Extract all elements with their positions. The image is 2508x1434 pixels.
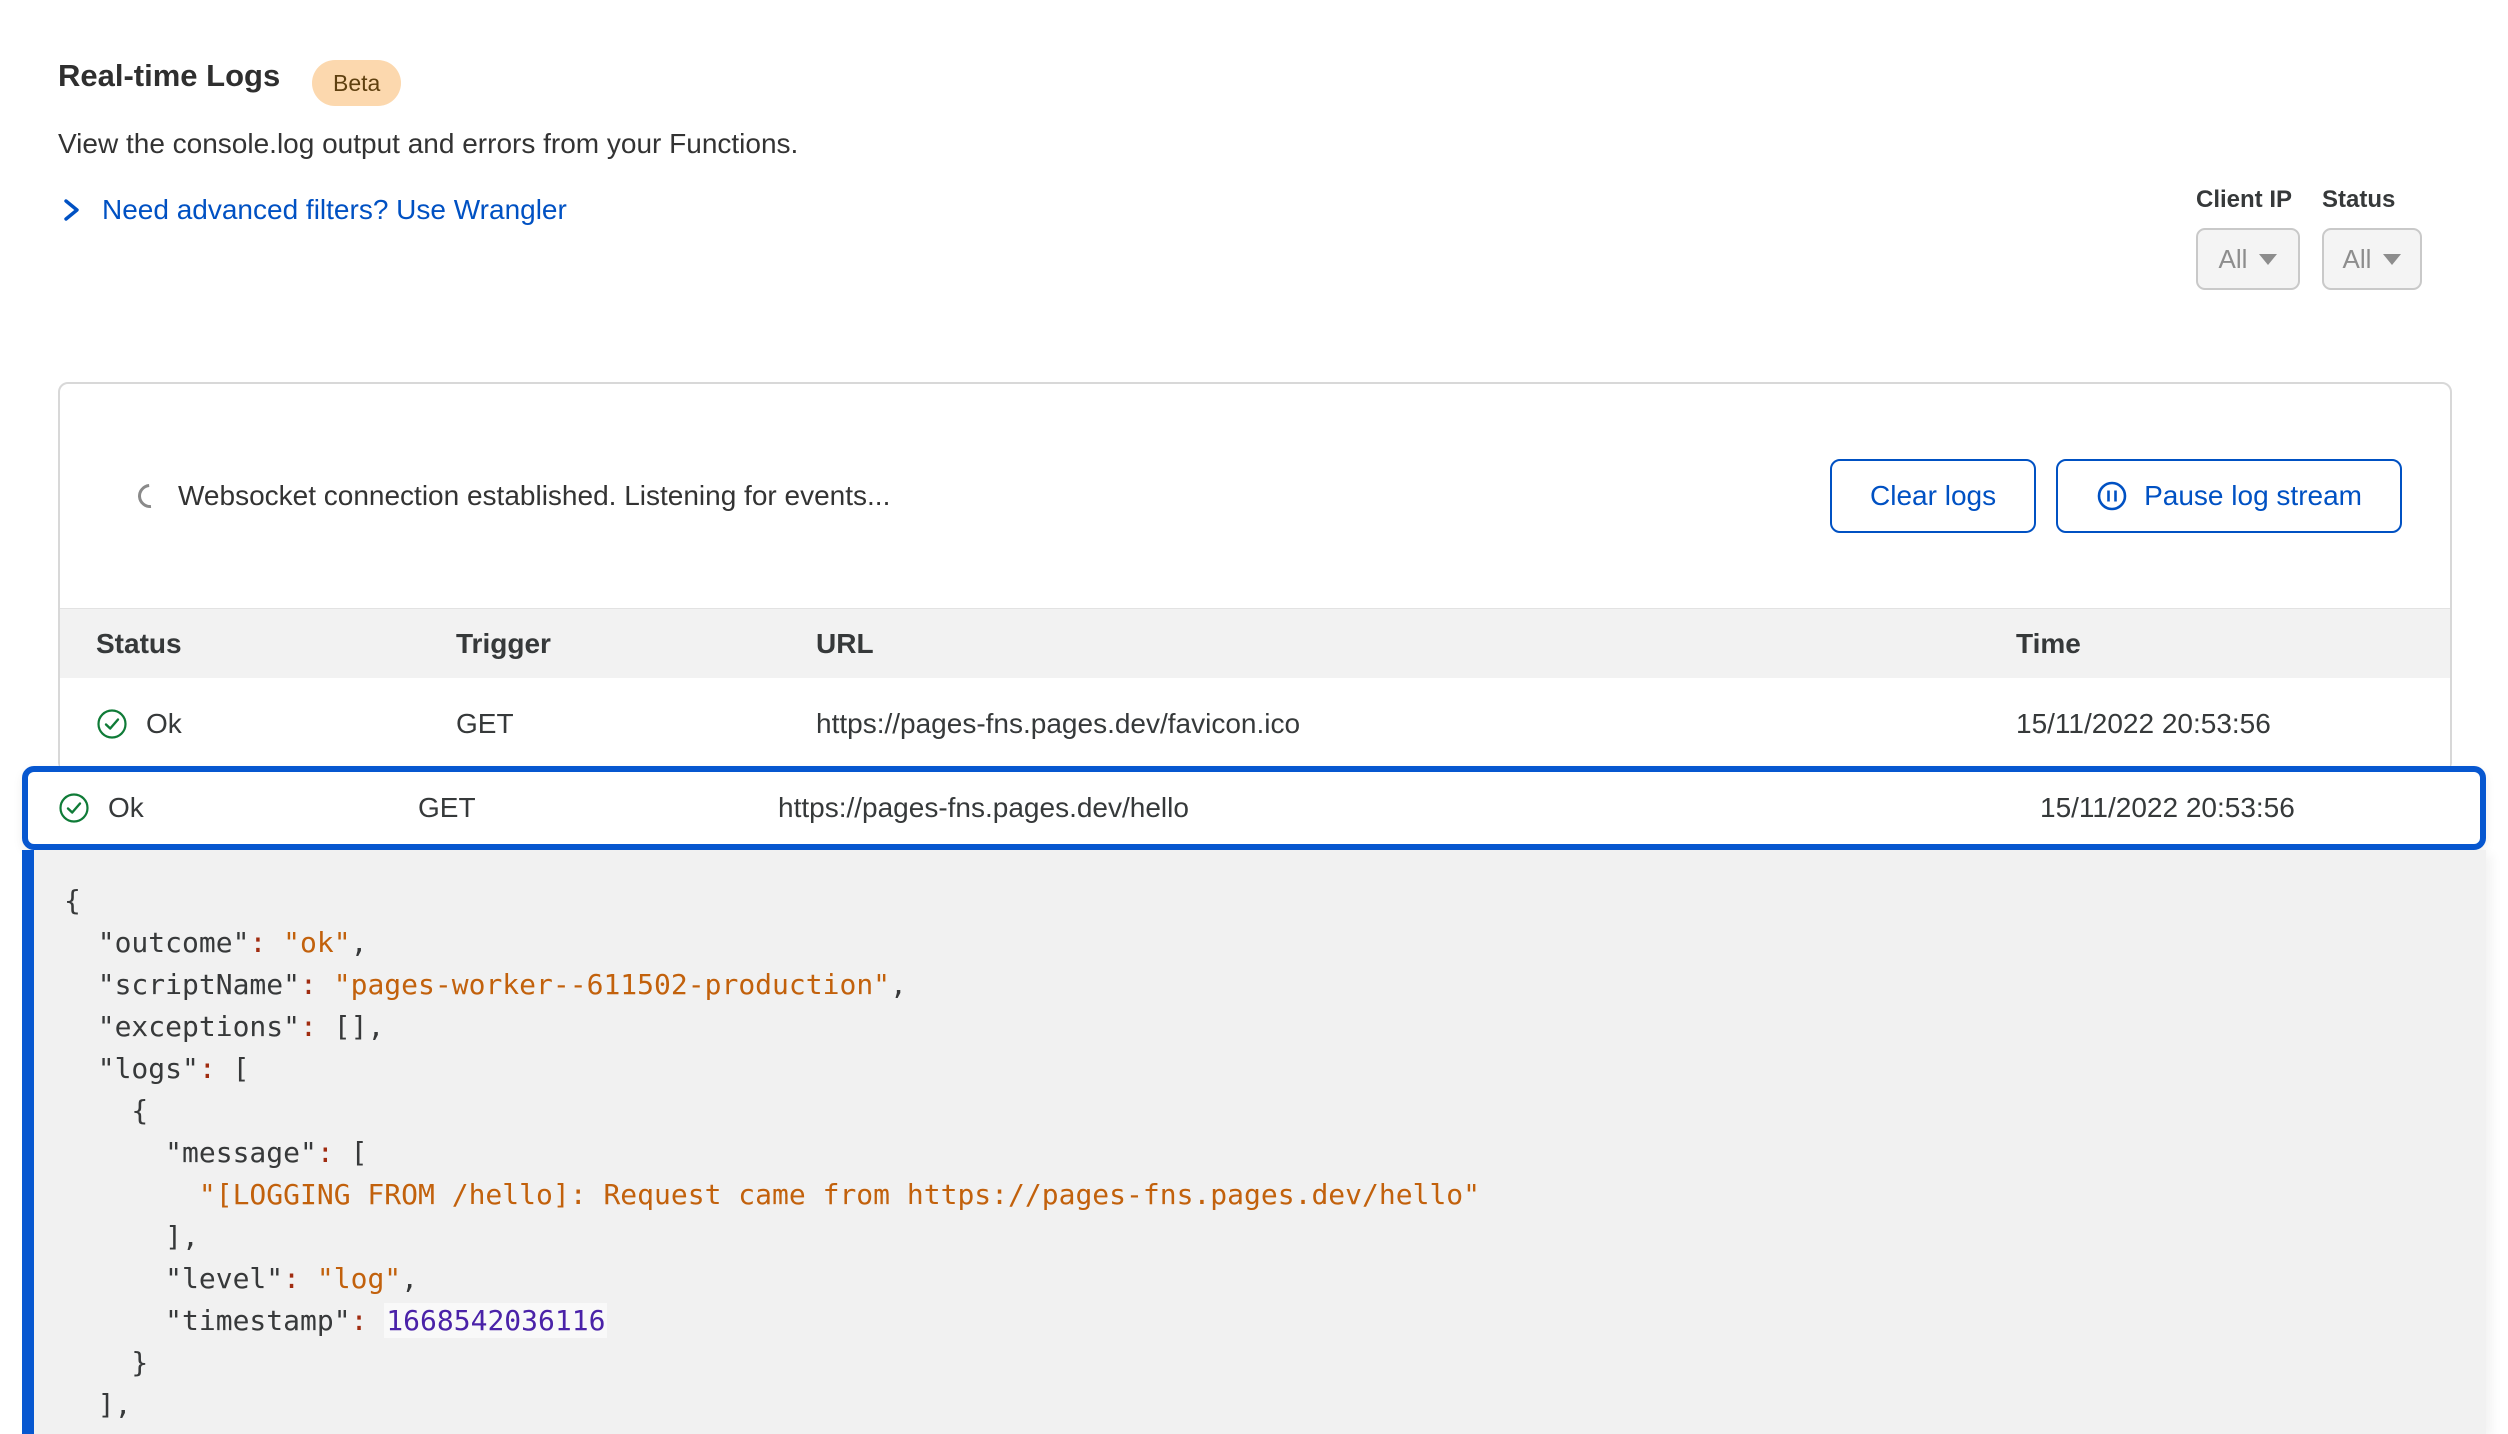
page-subtitle: View the console.log output and errors f… [58, 128, 798, 160]
url-cell: https://pages-fns.pages.dev/hello [748, 792, 2010, 824]
log-detail-panel: { "outcome": "ok", "scriptName": "pages-… [22, 850, 2486, 1434]
status-badge: Ok [146, 708, 182, 740]
client-ip-filter-label: Client IP [2196, 186, 2292, 214]
json-code-line: "level": "log", [64, 1258, 2486, 1300]
page-title: Real-time Logs [58, 58, 280, 94]
status-filter-label: Status [2322, 186, 2395, 214]
chevron-down-icon [2383, 254, 2401, 265]
log-table-header: Status Trigger URL Time [60, 608, 2450, 678]
column-header-url: URL [780, 628, 1980, 660]
chevron-right-icon [58, 195, 84, 225]
json-code-line: { [64, 1090, 2486, 1132]
json-code-line: "scriptName": "pages-worker--611502-prod… [64, 964, 2486, 1006]
json-code-line: ], [64, 1384, 2486, 1426]
time-cell: 15/11/2022 20:53:56 [2010, 792, 2480, 824]
column-header-status: Status [60, 628, 420, 660]
logs-card: Websocket connection established. Listen… [58, 382, 2452, 772]
log-table-row-selected[interactable]: Ok GET https://pages-fns.pages.dev/hello… [22, 766, 2486, 850]
pause-icon [2096, 480, 2128, 512]
log-table-row[interactable]: Ok GET https://pages-fns.pages.dev/favic… [60, 678, 2450, 770]
url-cell: https://pages-fns.pages.dev/favicon.ico [780, 708, 1980, 740]
trigger-cell: GET [388, 792, 748, 824]
time-cell: 15/11/2022 20:53:56 [1980, 708, 2450, 740]
json-code-line: "timestamp": 1668542036116 [64, 1300, 2486, 1342]
check-circle-icon [58, 792, 90, 824]
clear-logs-button[interactable]: Clear logs [1830, 459, 2036, 533]
chevron-down-icon [2259, 254, 2277, 265]
json-code-line: "outcome": "ok", [64, 922, 2486, 964]
websocket-status-text: Websocket connection established. Listen… [178, 480, 890, 512]
json-code-line: "[LOGGING FROM /hello]: Request came fro… [64, 1174, 2486, 1216]
clear-logs-label: Clear logs [1870, 480, 1996, 512]
json-code-line: } [64, 1342, 2486, 1384]
status-filter-value: All [2343, 244, 2372, 275]
status-badge: Ok [108, 792, 144, 824]
client-ip-filter-dropdown[interactable]: All [2196, 228, 2300, 290]
beta-badge: Beta [312, 60, 401, 106]
json-code-line: ], [64, 1216, 2486, 1258]
pause-log-stream-label: Pause log stream [2144, 480, 2362, 512]
advanced-filters-link[interactable]: Need advanced filters? Use Wrangler [58, 194, 567, 226]
json-code-line: "logs": [ [64, 1048, 2486, 1090]
pause-log-stream-button[interactable]: Pause log stream [2056, 459, 2402, 533]
json-code-line: { [64, 880, 2486, 922]
client-ip-filter-value: All [2219, 244, 2248, 275]
logs-toolbar: Websocket connection established. Listen… [60, 384, 2450, 608]
column-header-time: Time [1980, 628, 2450, 660]
json-code-line: "message": [ [64, 1132, 2486, 1174]
check-circle-icon [96, 708, 128, 740]
json-log-output: { "outcome": "ok", "scriptName": "pages-… [64, 880, 2486, 1426]
trigger-cell: GET [420, 708, 780, 740]
loading-spinner-icon [133, 479, 167, 513]
status-filter-dropdown[interactable]: All [2322, 228, 2422, 290]
advanced-filters-link-text[interactable]: Need advanced filters? Use Wrangler [102, 194, 567, 226]
column-header-trigger: Trigger [420, 628, 780, 660]
json-code-line: "exceptions": [], [64, 1006, 2486, 1048]
